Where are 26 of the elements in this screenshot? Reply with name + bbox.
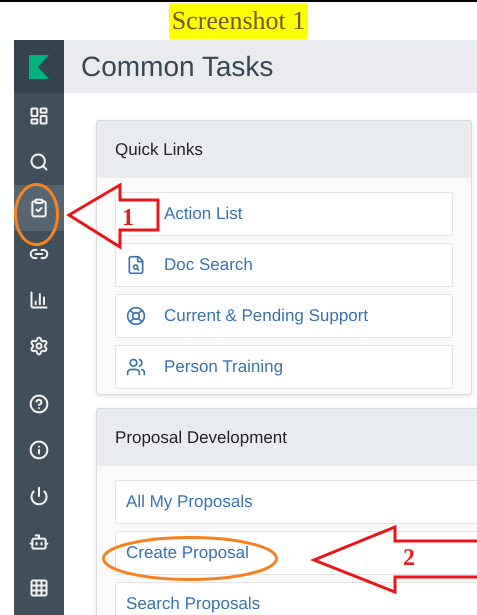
grid-icon [29,578,49,598]
robot-icon [29,532,49,552]
search-icon [29,152,49,172]
screenshot-caption: Screenshot 1 [168,3,308,39]
card-title: Quick Links [115,140,203,160]
people-icon [126,357,146,377]
task-link[interactable]: All My Proposals [115,480,477,524]
dashboard-icon [29,106,49,126]
logo-icon [29,54,49,78]
page-title: Common Tasks [81,50,274,82]
highlight-ellipse [14,183,59,246]
task-link[interactable]: Doc Search [115,243,453,287]
info-icon [29,440,49,460]
power-icon [29,486,49,506]
task-link[interactable]: Person Training [115,345,453,389]
annotation-number: 2 [403,545,415,572]
annotation-number: 1 [122,205,134,232]
help-icon [29,394,49,414]
document-search-icon [126,255,146,275]
lifebuoy-icon [126,306,146,326]
bar-chart-icon [29,290,49,310]
settings-icon [29,336,49,356]
task-link[interactable]: Current & Pending Support [115,294,453,338]
card-title: Proposal Development [115,428,287,448]
clipboard-check-icon [29,198,49,218]
task-link[interactable]: Search Proposals [115,582,477,615]
